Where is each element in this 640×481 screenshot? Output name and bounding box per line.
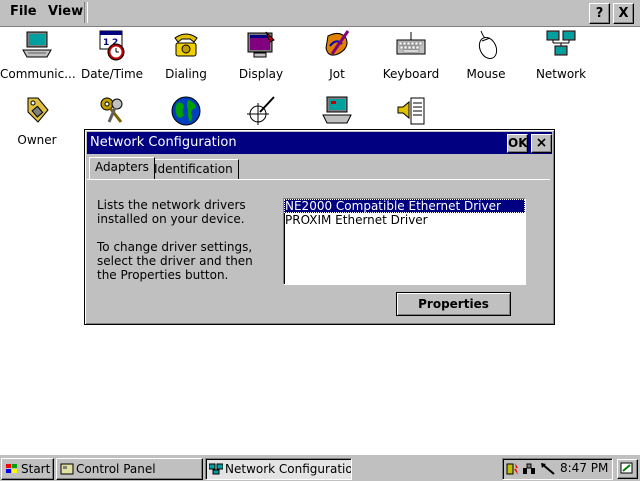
ok-button[interactable]: OK: [507, 134, 528, 153]
control-panel-jot[interactable]: Jot: [300, 28, 374, 81]
keys-icon: [100, 97, 123, 123]
icon-label: Dialing: [165, 67, 207, 81]
desktop-icon: [620, 462, 633, 474]
show-desktop-button[interactable]: [617, 459, 638, 479]
display-icon: [247, 31, 275, 58]
windows-flag-icon: [6, 464, 17, 473]
telephone-icon: [174, 33, 198, 57]
taskbar: Start Control Panel Network Configuratio…: [0, 454, 640, 481]
close-button[interactable]: X: [613, 3, 634, 24]
control-panel-owner[interactable]: Owner: [0, 94, 74, 147]
system-computer-icon: [322, 96, 352, 124]
task-label: Control Panel: [76, 462, 156, 476]
control-panel-dialing[interactable]: Dialing: [149, 28, 223, 81]
power-icon[interactable]: [506, 462, 520, 476]
list-item[interactable]: PROXIM Ethernet Driver: [284, 213, 525, 227]
description-drivers: Lists the network drivers installed on y…: [97, 198, 246, 226]
network-configuration-dialog: Network Configuration OK × Adapters Iden…: [84, 129, 555, 325]
mouse-icon: [478, 30, 498, 60]
icon-label: Communic...: [0, 67, 76, 81]
control-panel-stylus[interactable]: [224, 94, 298, 133]
icon-label: Jot: [329, 67, 345, 81]
control-panel-system[interactable]: [300, 94, 374, 133]
description-instructions: To change driver settings, select the dr…: [97, 240, 253, 282]
control-panel-network[interactable]: Network: [524, 28, 598, 81]
volume-sounds-icon: [397, 97, 425, 125]
menu-file[interactable]: File: [6, 3, 41, 21]
control-panel-volume[interactable]: [374, 94, 448, 133]
globe-icon: [171, 96, 201, 126]
network-small-icon: [209, 463, 223, 475]
network-status-icon[interactable]: [522, 462, 536, 476]
svg-text:1: 1: [103, 38, 109, 48]
task-control-panel[interactable]: Control Panel: [56, 458, 203, 480]
calendar-clock-icon: 1 2: [99, 30, 125, 61]
icon-label: Display: [238, 67, 284, 81]
help-button[interactable]: ?: [589, 3, 610, 24]
control-panel-mouse[interactable]: Mouse: [449, 28, 523, 81]
network-icon: [546, 30, 576, 56]
dialog-title: Network Configuration: [90, 135, 237, 150]
icon-label: Mouse: [466, 67, 506, 81]
control-panel-regional[interactable]: [149, 94, 223, 133]
owner-tag-icon: [27, 97, 49, 123]
dialog-close-button[interactable]: ×: [531, 134, 552, 153]
communication-laptop-icon: [22, 31, 52, 58]
list-item[interactable]: NE2000 Compatible Ethernet Driver: [284, 199, 525, 213]
control-panel-keyboard[interactable]: Keyboard: [374, 28, 448, 81]
control-panel-password[interactable]: [75, 94, 149, 133]
dialog-title-bar[interactable]: Network Configuration OK ×: [87, 132, 552, 154]
menu-view[interactable]: View: [44, 3, 87, 21]
icon-label: Date/Time: [80, 67, 144, 81]
icon-label: Network: [535, 67, 587, 81]
start-label: Start: [21, 462, 51, 476]
control-panel-datetime[interactable]: 1 2 Date/Time: [75, 28, 149, 81]
keyboard-icon: [396, 32, 426, 55]
menu-bar: File View ? X: [0, 0, 640, 27]
tab-identification[interactable]: Identification: [148, 159, 239, 179]
stylus-target-icon: [247, 96, 275, 125]
task-label: Network Configuration: [225, 462, 352, 476]
control-panel-communication[interactable]: Communic...: [0, 28, 76, 81]
task-network-configuration[interactable]: Network Configuration: [205, 458, 352, 480]
control-panel-display[interactable]: Display: [224, 28, 298, 81]
control-panel-icon: [60, 463, 74, 475]
clock[interactable]: 8:47 PM: [560, 458, 608, 478]
tab-adapters[interactable]: Adapters: [89, 157, 155, 179]
menu-divider: [84, 2, 88, 23]
start-button[interactable]: Start: [1, 458, 54, 480]
driver-listbox[interactable]: NE2000 Compatible Ethernet Driver PROXIM…: [283, 198, 526, 285]
icon-label: Keyboard: [382, 67, 440, 81]
stylus-pointer-icon[interactable]: [540, 462, 556, 476]
icon-label: Owner: [17, 133, 57, 147]
jot-pen-icon: [325, 30, 350, 56]
properties-button[interactable]: Properties: [396, 292, 511, 316]
